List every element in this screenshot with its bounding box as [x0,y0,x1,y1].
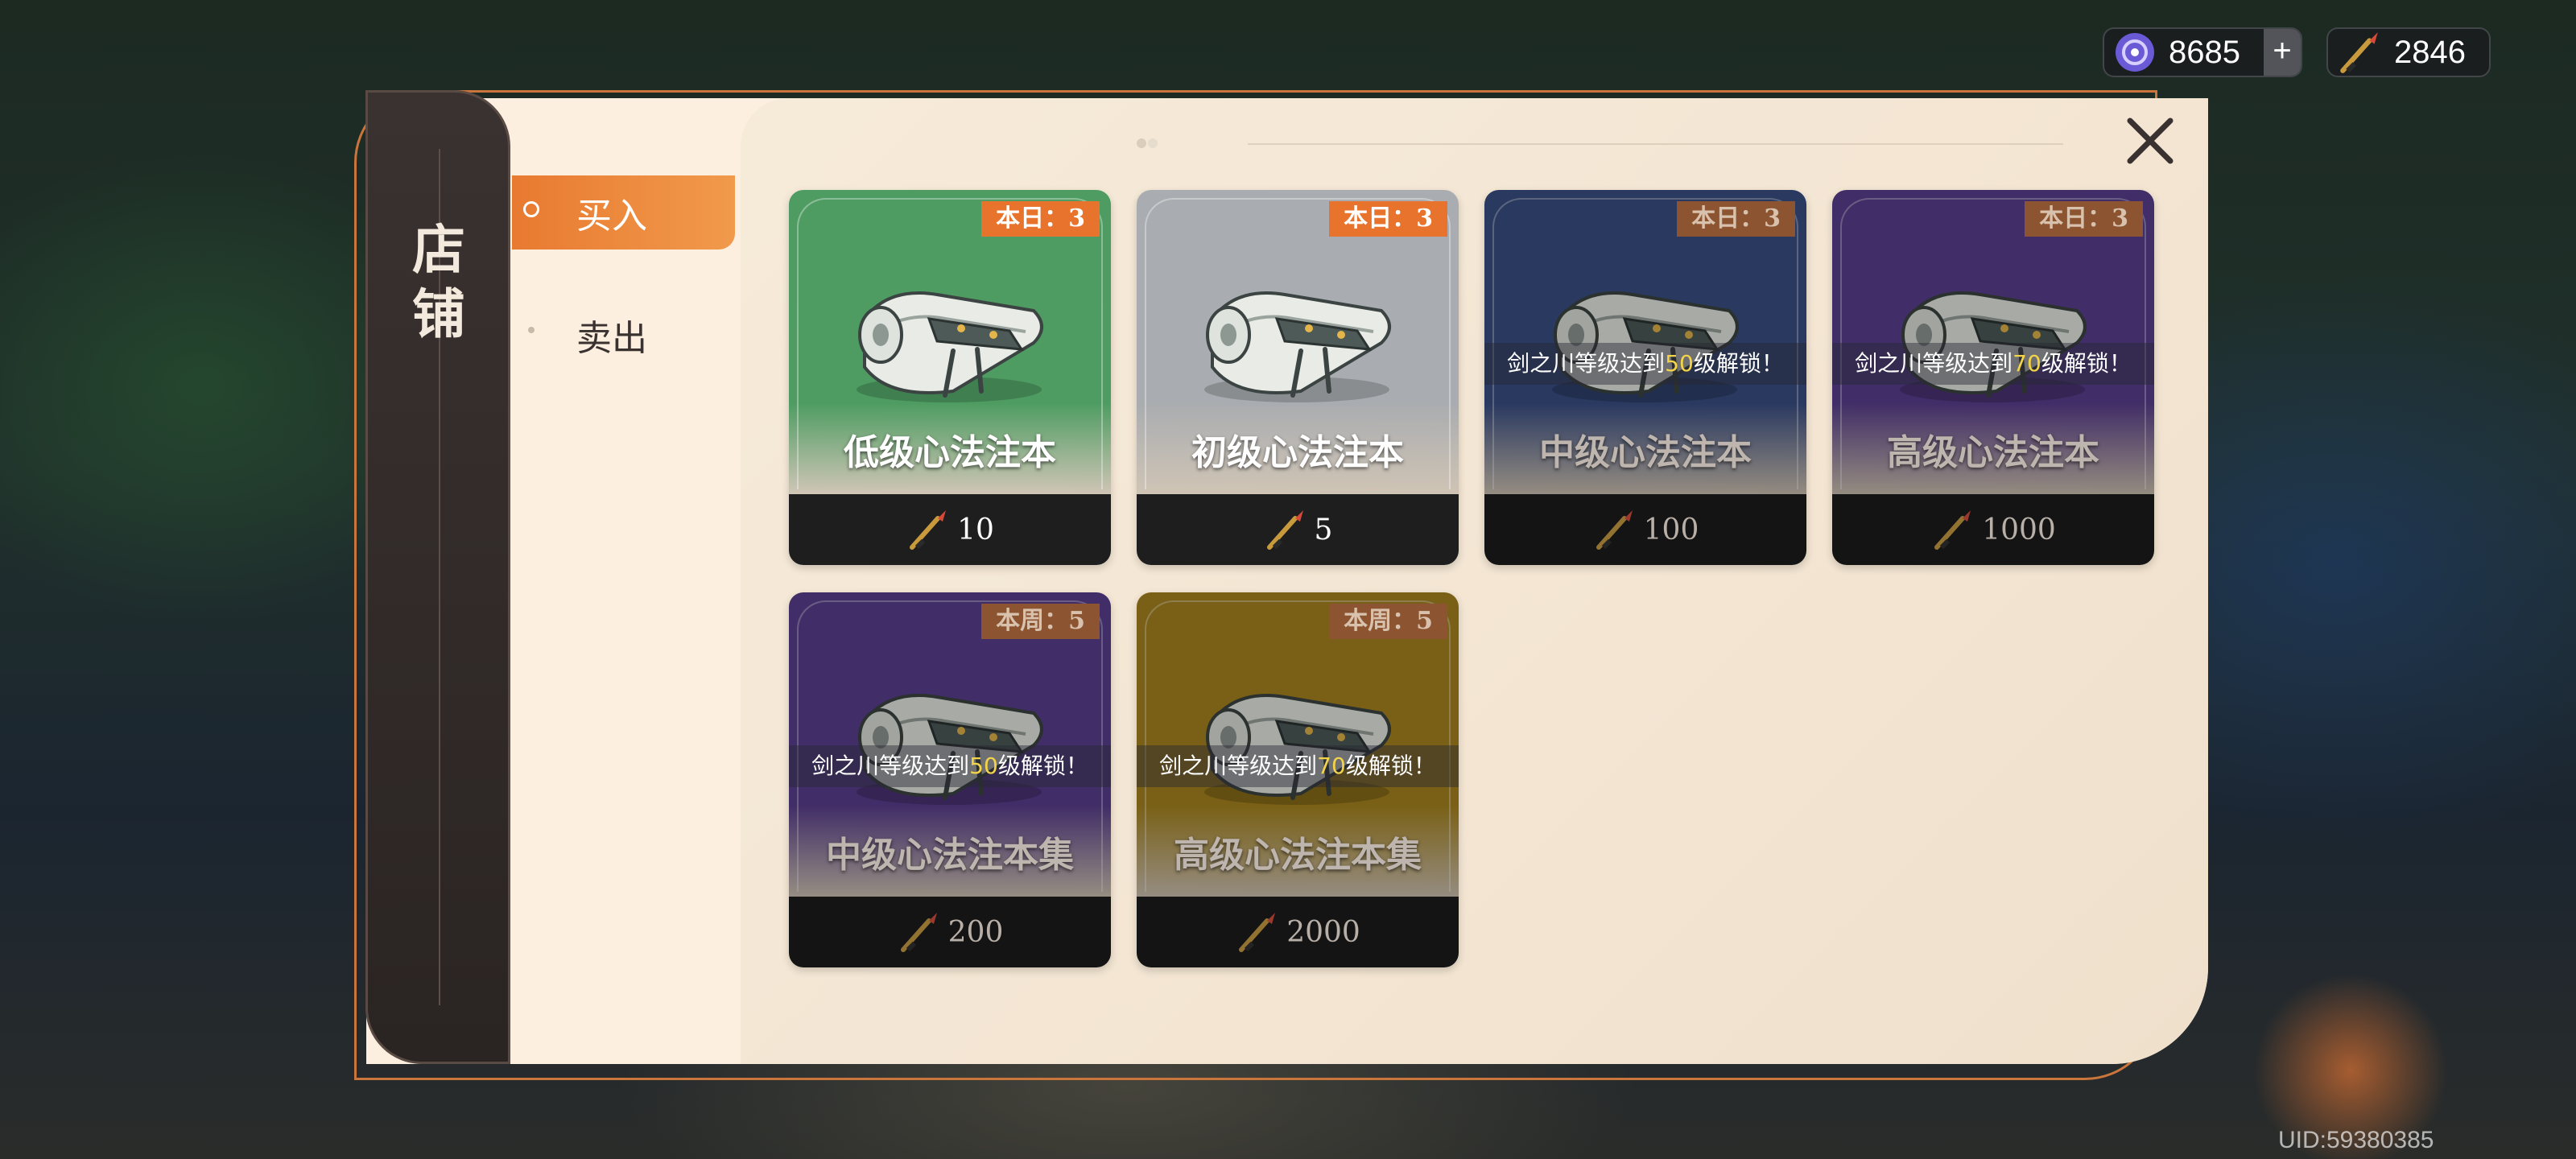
purchase-limit-badge: 本日：3 [2025,201,2143,237]
scroll-book-icon [857,291,1043,402]
scroll-book-icon [1204,291,1391,402]
brush-currency-icon [1239,913,1276,952]
purchase-limit-badge: 本日：3 [1677,201,1795,237]
tab-sell[interactable]: 卖出 [576,309,647,361]
brush-amount: 2846 [2394,34,2466,70]
shop-item-card[interactable]: 本日：3 初级心法注本 5 [1137,190,1459,565]
jade-currency-icon [2116,33,2154,72]
item-name: 中级心法注本 [1539,432,1752,473]
item-price-bar: 5 [1137,494,1459,565]
purchase-limit-badge: 本日：3 [1329,201,1447,237]
purchase-limit-badge: 本日：3 [981,201,1100,237]
item-name: 高级心法注本 [1887,432,2099,473]
item-price: 5 [1314,513,1333,547]
item-price-bar: 2000 [1137,897,1459,967]
unlock-requirement-prefix: 剑之川等级达到 [811,753,970,779]
add-jade-button[interactable]: + [2264,29,2301,76]
unlock-requirement-suffix: 级解锁！ [997,753,1088,779]
content-divider [1248,143,2063,145]
unlock-requirement: 剑之川等级达到50级解锁！ [1484,343,1806,385]
item-price-bar: 100 [1484,494,1806,565]
item-price: 200 [947,915,1004,949]
jade-amount: 8685 [2169,34,2240,70]
brush-currency-icon [900,913,937,952]
unlock-requirement-prefix: 剑之川等级达到 [1507,350,1666,377]
shop-title: 店 铺 [402,217,475,346]
purchase-limit-badge: 本周：5 [981,604,1100,639]
unlock-level: 50 [1665,350,1694,377]
close-icon[interactable] [2119,109,2182,172]
item-price: 2000 [1286,915,1360,949]
shop-title-line1: 店 [412,218,465,281]
unlock-requirement: 剑之川等级达到70级解锁！ [1832,343,2154,385]
item-price: 1000 [1982,513,2056,547]
unlock-requirement-suffix: 级解锁！ [1693,350,1784,377]
item-price: 10 [957,513,994,547]
brush-currency-icon [2340,32,2378,73]
shop-item-card[interactable]: 本日：3 低级心法注本 10 [789,190,1111,565]
item-name: 中级心法注本集 [826,835,1074,876]
unlock-requirement: 剑之川等级达到70级解锁！ [1137,745,1459,787]
unlock-requirement: 剑之川等级达到50级解锁！ [789,745,1111,787]
unlock-level: 70 [1317,753,1346,779]
item-price-bar: 10 [789,494,1111,565]
content-decor-dots [1137,138,1158,148]
unlock-requirement-prefix: 剑之川等级达到 [1159,753,1318,779]
shop-item-card[interactable]: 本日：3 剑之川等级达到50级解锁！ 中级心法注本 100 [1484,190,1806,565]
unlock-requirement-suffix: 级解锁！ [2041,350,2132,377]
user-id: UID:59380385 [2278,1127,2434,1153]
item-price-bar: 200 [789,897,1111,967]
shop-title-line2: 铺 [412,283,465,345]
brush-currency-icon [1934,510,1971,550]
item-price-bar: 1000 [1832,494,2154,565]
brush-currency-icon [1266,510,1303,550]
tab-buy[interactable]: 买入 [512,175,735,250]
tab-sell-dot-icon [528,327,535,333]
brush-currency-icon [910,510,947,550]
active-tab-marker-icon [523,201,539,217]
unlock-level: 70 [2013,350,2041,377]
jade-currency-display: 8685 + [2103,27,2302,77]
brush-currency-display: 2846 [2326,27,2491,77]
tab-buy-label: 买入 [576,196,647,237]
purchase-limit-badge: 本周：5 [1329,604,1447,639]
item-name: 初级心法注本 [1191,432,1404,473]
unlock-requirement-suffix: 级解锁！ [1345,753,1436,779]
unlock-requirement-prefix: 剑之川等级达到 [1855,350,2013,377]
shop-item-card[interactable]: 本周：5 剑之川等级达到70级解锁！ 高级心法注本集 2000 [1137,592,1459,967]
item-name: 高级心法注本集 [1174,835,1422,876]
shop-item-card[interactable]: 本周：5 剑之川等级达到50级解锁！ 中级心法注本集 200 [789,592,1111,967]
shop-item-card[interactable]: 本日：3 剑之川等级达到70级解锁！ 高级心法注本 1000 [1832,190,2154,565]
unlock-level: 50 [969,753,998,779]
item-name: 低级心法注本 [844,432,1056,473]
brush-currency-icon [1596,510,1633,550]
item-price: 100 [1643,513,1699,547]
